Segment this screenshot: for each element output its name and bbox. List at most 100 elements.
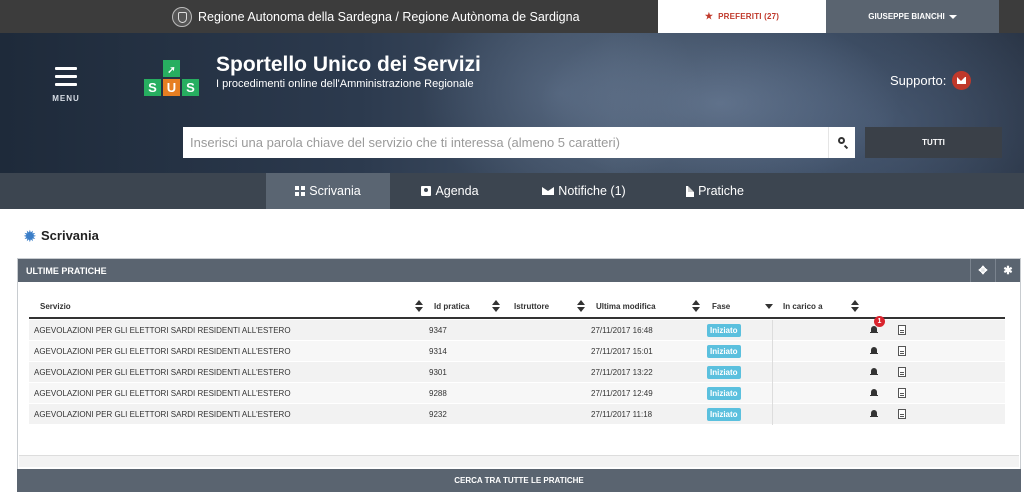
tab-notifiche[interactable]: Notifiche (1) <box>530 173 638 209</box>
menu-label: MENU <box>52 94 80 103</box>
bell-icon[interactable] <box>870 368 878 376</box>
tab-label: Notifiche (1) <box>558 184 626 198</box>
panel-title: ULTIME PRATICHE <box>26 265 107 276</box>
cell-id-pratica: 9314 <box>429 347 447 356</box>
cell-servizio: AGEVOLAZIONI PER GLI ELETTORI SARDI RESI… <box>34 326 291 335</box>
move-panel-button[interactable]: ✥ <box>970 259 995 282</box>
user-name: GIUSEPPE BIANCHI <box>868 12 945 21</box>
tab-label: Agenda <box>435 184 479 198</box>
hamburger-icon <box>44 65 88 86</box>
main-nav: Scrivania Agenda Notifiche (1) Pratiche <box>0 173 1024 209</box>
cell-in-carico-a <box>772 404 773 425</box>
tab-scrivania[interactable]: Scrivania <box>266 173 390 209</box>
file-icon <box>686 185 695 197</box>
table-row[interactable]: AGEVOLAZIONI PER GLI ELETTORI SARDI RESI… <box>29 316 1005 341</box>
cell-id-pratica: 9288 <box>429 389 447 398</box>
support-link[interactable]: Supporto: <box>890 71 972 90</box>
sort-icon[interactable] <box>692 300 700 312</box>
cell-id-pratica: 9301 <box>429 368 447 377</box>
cell-servizio: AGEVOLAZIONI PER GLI ELETTORI SARDI RESI… <box>34 347 291 356</box>
search-input[interactable] <box>183 127 828 158</box>
cell-servizio: AGEVOLAZIONI PER GLI ELETTORI SARDI RESI… <box>34 389 291 398</box>
user-menu-button[interactable]: GIUSEPPE BIANCHI <box>826 0 999 33</box>
site-subtitle: I procedimenti online dell'Amministrazio… <box>216 78 474 90</box>
column-header-istruttore[interactable]: Istruttore <box>514 302 549 311</box>
logo-letter-s2: S <box>182 79 199 96</box>
table-row[interactable]: AGEVOLAZIONI PER GLI ELETTORI SARDI RESI… <box>29 362 1005 383</box>
address-book-icon <box>421 186 432 196</box>
favorites-button[interactable]: ★ PREFERITI (27) <box>658 0 826 33</box>
column-header-fase[interactable]: Fase <box>712 302 730 311</box>
logo-letter-u: U <box>163 79 180 96</box>
sort-icon[interactable] <box>851 300 859 312</box>
recent-files-panel: ULTIME PRATICHE ✥ ✱ Servizio Id pratica … <box>17 258 1021 492</box>
cell-id-pratica: 9232 <box>429 410 447 419</box>
column-header-in-carico-a[interactable]: In carico a <box>783 302 823 311</box>
column-header-servizio[interactable]: Servizio <box>40 302 71 311</box>
star-icon: ★ <box>704 11 714 21</box>
cell-id-pratica: 9347 <box>429 326 447 335</box>
bell-icon[interactable] <box>870 326 878 334</box>
grid-icon <box>295 186 306 196</box>
table-row[interactable]: AGEVOLAZIONI PER GLI ELETTORI SARDI RESI… <box>29 341 1005 362</box>
horizontal-scrollbar[interactable] <box>19 455 1019 467</box>
bell-icon[interactable] <box>870 389 878 397</box>
status-badge: Iniziato <box>707 387 741 400</box>
sort-icon[interactable] <box>577 300 585 312</box>
tab-pratiche[interactable]: Pratiche <box>672 173 758 209</box>
document-icon[interactable] <box>898 367 906 377</box>
table-row[interactable]: AGEVOLAZIONI PER GLI ELETTORI SARDI RESI… <box>29 404 1005 425</box>
cell-ultima-modifica: 27/11/2017 15:01 <box>591 347 653 356</box>
panel-header: ULTIME PRATICHE ✥ ✱ <box>18 259 1020 282</box>
region-crest-icon <box>172 6 192 27</box>
logo-cursor-icon: ➚ <box>163 60 180 77</box>
table-row[interactable]: AGEVOLAZIONI PER GLI ELETTORI SARDI RESI… <box>29 383 1005 404</box>
document-icon[interactable] <box>898 346 906 356</box>
notification-count-badge: 1 <box>874 316 885 327</box>
mail-icon <box>952 71 972 90</box>
cell-in-carico-a <box>772 362 773 383</box>
document-icon[interactable] <box>898 409 906 419</box>
status-badge: Iniziato <box>707 408 741 421</box>
panel-settings-button[interactable]: ✱ <box>995 259 1020 282</box>
document-icon[interactable] <box>898 325 906 335</box>
sus-logo[interactable]: ➚ S U S <box>144 60 200 102</box>
document-icon[interactable] <box>898 388 906 398</box>
support-label: Supporto: <box>890 73 947 88</box>
settings-icon: ✱ <box>1003 265 1013 277</box>
gear-icon: ✹ <box>24 227 36 244</box>
tab-label: Scrivania <box>309 184 361 198</box>
status-badge: Iniziato <box>707 345 741 358</box>
page-title-text: Scrivania <box>41 228 99 243</box>
cell-in-carico-a <box>772 341 773 362</box>
favorites-label: PREFERITI (27) <box>718 12 780 21</box>
search-button[interactable] <box>828 127 855 158</box>
tab-agenda[interactable]: Agenda <box>404 173 496 209</box>
menu-button[interactable]: MENU <box>44 65 88 113</box>
bell-icon[interactable] <box>870 410 878 418</box>
search-all-files-button[interactable]: CERCA TRA TUTTE LE PRATICHE <box>17 469 1021 492</box>
cell-ultima-modifica: 27/11/2017 13:22 <box>591 368 653 377</box>
cell-servizio: AGEVOLAZIONI PER GLI ELETTORI SARDI RESI… <box>34 368 291 377</box>
region-header: Regione Autonoma della Sardegna / Region… <box>172 0 580 33</box>
search-icon <box>838 137 845 144</box>
status-badge: Iniziato <box>707 324 741 337</box>
page-title: ✹ Scrivania <box>24 228 99 243</box>
site-title[interactable]: Sportello Unico dei Servizi <box>216 53 481 77</box>
column-header-ultima-modifica[interactable]: Ultima modifica <box>596 302 656 311</box>
column-header-id-pratica[interactable]: Id pratica <box>434 302 470 311</box>
search-scope-button[interactable]: TUTTI <box>865 127 1002 158</box>
bell-icon[interactable] <box>870 347 878 355</box>
envelope-icon <box>542 187 555 195</box>
cell-servizio: AGEVOLAZIONI PER GLI ELETTORI SARDI RESI… <box>34 410 291 419</box>
top-bar: Regione Autonoma della Sardegna / Region… <box>0 0 1024 33</box>
region-name: Regione Autonoma della Sardegna / Region… <box>198 9 580 24</box>
filter-caret-icon[interactable] <box>765 304 773 309</box>
caret-down-icon <box>948 14 957 19</box>
cell-ultima-modifica: 27/11/2017 11:18 <box>591 410 653 419</box>
sort-icon[interactable] <box>492 300 500 312</box>
tab-label: Pratiche <box>698 184 744 198</box>
move-icon: ✥ <box>978 265 988 277</box>
cell-in-carico-a <box>772 383 773 404</box>
sort-icon[interactable] <box>415 300 423 312</box>
